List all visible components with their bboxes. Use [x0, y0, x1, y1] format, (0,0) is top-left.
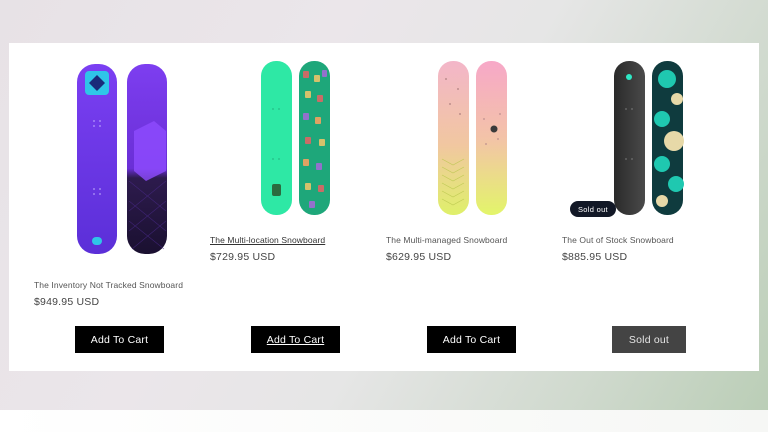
sold-out-badge: Sold out [570, 201, 616, 217]
product-title-link[interactable]: The Multi-location Snowboard [210, 235, 325, 245]
product-title[interactable]: The Inventory Not Tracked Snowboard [34, 280, 183, 290]
product-title[interactable]: The Out of Stock Snowboard [562, 235, 674, 245]
product-price: $729.95 USD [210, 251, 276, 263]
product-title[interactable]: The Multi-managed Snowboard [386, 235, 507, 245]
page-background-strip [0, 410, 768, 432]
add-to-cart-button[interactable]: Add To Cart [427, 326, 516, 353]
add-to-cart-button[interactable]: Add To Cart [251, 326, 340, 353]
product-image[interactable] [612, 59, 686, 217]
product-card[interactable]: Sold out The Out of Stock Snowboard $885… [562, 43, 738, 371]
product-card[interactable]: The Multi-location Snowboard $729.95 USD… [210, 43, 386, 371]
product-image[interactable] [259, 59, 333, 217]
product-price: $629.95 USD [386, 251, 452, 263]
add-to-cart-label: Add To Cart [266, 333, 325, 346]
product-image[interactable] [74, 61, 174, 257]
add-to-cart-button[interactable]: Add To Cart [75, 326, 164, 353]
sold-out-button: Sold out [612, 326, 686, 353]
product-price: $885.95 USD [562, 251, 628, 263]
product-card[interactable]: The Inventory Not Tracked Snowboard $949… [34, 43, 210, 371]
product-image[interactable] [436, 59, 510, 217]
product-card[interactable]: The Multi-managed Snowboard $629.95 USD … [386, 43, 562, 371]
product-price: $949.95 USD [34, 296, 100, 308]
product-grid: The Inventory Not Tracked Snowboard $949… [9, 43, 759, 371]
